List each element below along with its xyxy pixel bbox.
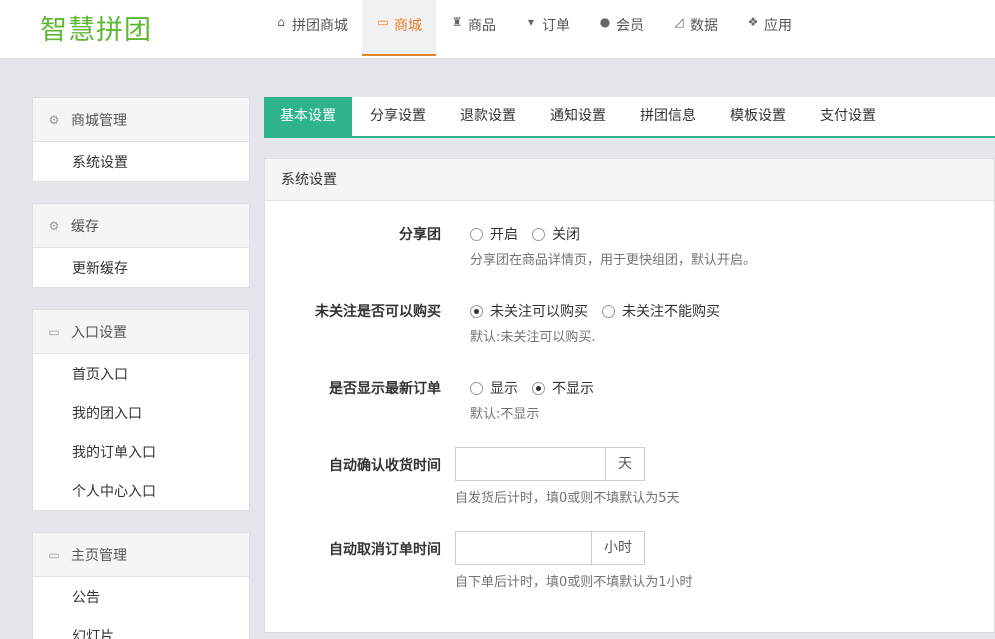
- tab-payment[interactable]: 支付设置: [804, 97, 892, 136]
- latest-orders-help: 默认:不显示: [470, 407, 540, 422]
- sidebar-heading: ⚙ 缓存: [33, 204, 249, 248]
- sidebar-item-my-group-entry[interactable]: 我的团入口: [33, 393, 249, 432]
- share-on-radio[interactable]: 开启: [470, 224, 518, 244]
- sidebar-item-my-order-entry[interactable]: 我的订单入口: [33, 432, 249, 471]
- nav-home[interactable]: ⌂ 拼团商城: [260, 0, 362, 56]
- top-nav: ⌂ 拼团商城 ▭ 商城 ♜ 商品 ▾ 订单 ● 会员 ◿ 数据 ❖ 应用: [260, 0, 806, 58]
- sidebar-item-update-cache[interactable]: 更新缓存: [33, 248, 249, 287]
- nav-label: 订单: [542, 18, 570, 34]
- radio-label: 显示: [490, 381, 518, 397]
- user-icon: ●: [599, 15, 611, 29]
- gift-icon: ♜: [451, 15, 463, 29]
- radio-dot-checked: [532, 381, 545, 395]
- auto-cancel-help: 自下单后计时，填0或则不填默认为1小时: [455, 575, 693, 590]
- top-bar: 智慧拼团 ⌂ 拼团商城 ▭ 商城 ♜ 商品 ▾ 订单 ● 会员 ◿ 数据 ❖ 应用: [0, 0, 995, 59]
- inbox-icon: ▭: [48, 547, 60, 562]
- share-group-radios: 开启 关闭: [470, 224, 594, 244]
- nav-apps[interactable]: ❖ 应用: [732, 0, 806, 56]
- gear-icon: ⚙: [48, 112, 60, 127]
- radio-dot: [532, 227, 545, 241]
- sidebar-heading-label: 缓存: [71, 218, 99, 235]
- nav-label: 应用: [764, 18, 792, 34]
- auto-confirm-unit: 天: [605, 447, 645, 481]
- sidebar-panel-entry: ▭ 入口设置 首页入口 我的团入口 我的订单入口 个人中心入口: [32, 309, 250, 511]
- follow-yes-radio[interactable]: 未关注可以购买: [470, 301, 588, 321]
- radio-label: 不显示: [552, 381, 594, 397]
- sidebar-item-slides[interactable]: 幻灯片: [33, 616, 249, 639]
- nav-label: 拼团商城: [292, 18, 348, 34]
- auto-cancel-label: 自动取消订单时间: [329, 542, 441, 558]
- inbox-icon: ▭: [48, 324, 60, 339]
- radio-dot: [602, 304, 615, 318]
- tab-group-info[interactable]: 拼团信息: [624, 97, 712, 136]
- tab-notify[interactable]: 通知设置: [534, 97, 622, 136]
- sidebar-heading: ⚙ 商城管理: [33, 98, 249, 142]
- follow-purchase-radios: 未关注可以购买 未关注不能购买: [470, 301, 734, 321]
- sidebar-item-profile-entry[interactable]: 个人中心入口: [33, 471, 249, 510]
- nav-members[interactable]: ● 会员: [584, 0, 658, 56]
- latest-show-radio[interactable]: 显示: [470, 378, 518, 398]
- sidebar-panel-mall: ⚙ 商城管理 系统设置: [32, 97, 250, 182]
- logo[interactable]: 智慧拼团: [40, 8, 152, 47]
- cubes-icon: ❖: [747, 15, 759, 29]
- radio-dot: [470, 227, 483, 241]
- nav-orders[interactable]: ▾ 订单: [510, 0, 584, 56]
- sidebar-item-system-settings[interactable]: 系统设置: [33, 142, 249, 181]
- latest-orders-label: 是否显示最新订单: [329, 381, 441, 397]
- auto-confirm-label: 自动确认收货时间: [329, 458, 441, 474]
- sidebar-heading: ▭ 入口设置: [33, 310, 249, 354]
- tab-basic[interactable]: 基本设置: [264, 97, 352, 136]
- share-group-label: 分享团: [399, 227, 441, 243]
- auto-cancel-group: 小时: [455, 531, 645, 565]
- follow-purchase-label: 未关注是否可以购买: [315, 304, 441, 320]
- monitor-icon: ▭: [377, 15, 389, 29]
- sidebar-panel-home: ▭ 主页管理 公告 幻灯片: [32, 532, 250, 639]
- auto-confirm-help: 自发货后计时，填0或则不填默认为5天: [455, 491, 680, 506]
- settings-tabs: 基本设置 分享设置 退款设置 通知设置 拼团信息 模板设置 支付设置: [264, 97, 995, 138]
- nav-label: 会员: [616, 18, 644, 34]
- nav-goods[interactable]: ♜ 商品: [436, 0, 510, 56]
- tab-refund[interactable]: 退款设置: [444, 97, 532, 136]
- nav-mall[interactable]: ▭ 商城: [362, 0, 436, 56]
- nav-data[interactable]: ◿ 数据: [658, 0, 732, 56]
- nav-label: 数据: [690, 18, 718, 34]
- radio-dot: [470, 381, 483, 395]
- latest-orders-radios: 显示 不显示: [470, 378, 608, 398]
- tab-share[interactable]: 分享设置: [354, 97, 442, 136]
- sidebar-panel-cache: ⚙ 缓存 更新缓存: [32, 203, 250, 288]
- sidebar-heading-label: 主页管理: [71, 547, 127, 564]
- auto-confirm-group: 天: [455, 447, 645, 481]
- radio-label: 关闭: [552, 227, 580, 243]
- home-icon: ⌂: [277, 15, 285, 29]
- settings-panel: 系统设置 分享团 开启 关闭 分享团在商品详情页，用于更快组团，默认开启。 未关…: [264, 158, 995, 633]
- chart-icon: ◿: [674, 15, 684, 29]
- share-group-help: 分享团在商品详情页，用于更快组团，默认开启。: [470, 253, 757, 268]
- tab-template[interactable]: 模板设置: [714, 97, 802, 136]
- gear-icon: ⚙: [48, 218, 60, 233]
- sidebar-item-home-entry[interactable]: 首页入口: [33, 354, 249, 393]
- follow-purchase-help: 默认:未关注可以购买.: [470, 330, 596, 345]
- auto-cancel-input[interactable]: [455, 531, 591, 565]
- panel-title: 系统设置: [265, 159, 994, 201]
- sidebar-heading: ▭ 主页管理: [33, 533, 249, 577]
- radio-label: 开启: [490, 227, 518, 243]
- share-off-radio[interactable]: 关闭: [532, 224, 580, 244]
- sidebar-item-notice[interactable]: 公告: [33, 577, 249, 616]
- nav-label: 商城: [394, 18, 422, 34]
- follow-no-radio[interactable]: 未关注不能购买: [602, 301, 720, 321]
- latest-hide-radio[interactable]: 不显示: [532, 378, 594, 398]
- radio-dot-checked: [470, 304, 483, 318]
- sidebar-heading-label: 入口设置: [71, 324, 127, 341]
- nav-label: 商品: [468, 18, 496, 34]
- radio-label: 未关注可以购买: [490, 304, 588, 320]
- radio-label: 未关注不能购买: [622, 304, 720, 320]
- auto-confirm-input[interactable]: [455, 447, 605, 481]
- cart-icon: ▾: [527, 15, 535, 29]
- sidebar-heading-label: 商城管理: [71, 112, 127, 129]
- auto-cancel-unit: 小时: [591, 531, 645, 565]
